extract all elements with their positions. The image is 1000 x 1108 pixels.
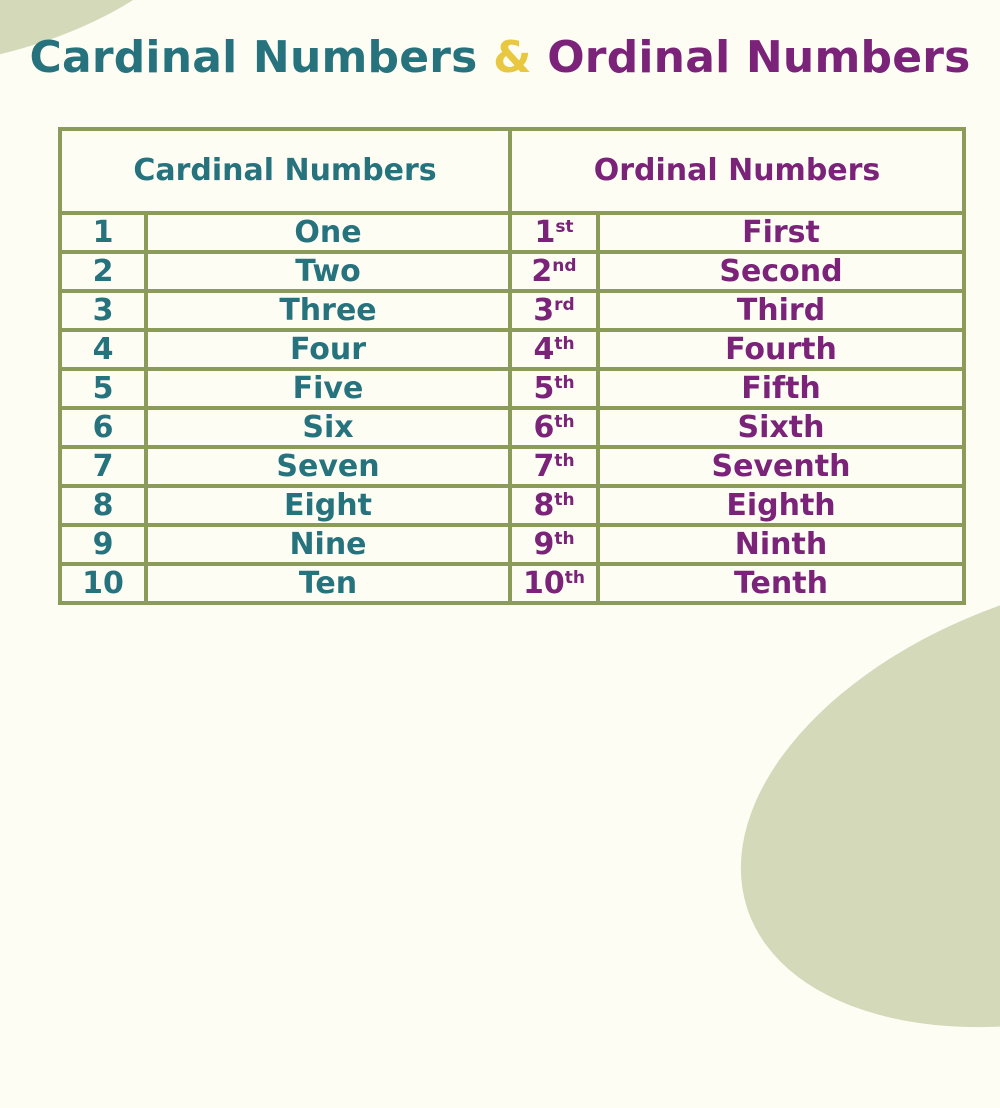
cardinal-number: 3 [58, 289, 148, 332]
table-header-row: Cardinal Numbers Ordinal Numbers [58, 127, 966, 215]
ordinal-word: Fourth [596, 328, 966, 371]
ordinal-digit: 10 [523, 565, 565, 601]
cardinal-number: 6 [58, 406, 148, 449]
ordinal-number: 9th [508, 523, 600, 566]
ordinal-suffix: st [555, 216, 574, 237]
cardinal-number: 5 [58, 367, 148, 410]
ordinal-digit: 8 [533, 487, 555, 523]
ordinal-word: Eighth [596, 484, 966, 527]
cardinal-number: 4 [58, 328, 148, 371]
ordinal-word: Seventh [596, 445, 966, 488]
ordinal-suffix: nd [552, 255, 577, 276]
table-row: 6 Six 6th Sixth [58, 406, 966, 449]
ordinal-number: 10th [508, 562, 600, 605]
ordinal-suffix: th [554, 372, 575, 393]
ordinal-word: Fifth [596, 367, 966, 410]
cardinal-word: Six [144, 406, 512, 449]
ordinal-digit: 6 [533, 409, 555, 445]
page-title: Cardinal Numbers & Ordinal Numbers [0, 32, 1000, 83]
ordinal-word: Second [596, 250, 966, 293]
table-row: 9 Nine 9th Ninth [58, 523, 966, 566]
ordinal-suffix: th [554, 333, 575, 354]
ordinal-number: 6th [508, 406, 600, 449]
cardinal-word: Two [144, 250, 512, 293]
ordinal-number: 7th [508, 445, 600, 488]
ordinal-number: 3rd [508, 289, 600, 332]
ordinal-digit: 4 [533, 331, 555, 367]
title-ampersand: & [493, 32, 532, 83]
cardinal-number: 2 [58, 250, 148, 293]
ordinal-suffix: th [554, 489, 575, 510]
table-row: 4 Four 4th Fourth [58, 328, 966, 371]
ordinal-suffix: th [554, 528, 575, 549]
ordinal-digit: 5 [533, 370, 555, 406]
table-row: 10 Ten 10th Tenth [58, 562, 966, 605]
ordinal-word: Tenth [596, 562, 966, 605]
header-cardinal: Cardinal Numbers [58, 127, 512, 215]
cardinal-number: 1 [58, 211, 148, 254]
ordinal-digit: 2 [531, 253, 553, 289]
header-ordinal: Ordinal Numbers [508, 127, 966, 215]
table-row: 1 One 1st First [58, 211, 966, 254]
table-row: 7 Seven 7th Seventh [58, 445, 966, 488]
cardinal-word: Ten [144, 562, 512, 605]
ordinal-number: 8th [508, 484, 600, 527]
cardinal-word: Three [144, 289, 512, 332]
ordinal-suffix: th [564, 567, 585, 588]
title-cardinal: Cardinal Numbers [29, 32, 478, 83]
ordinal-suffix: rd [554, 294, 575, 315]
ordinal-word: Ninth [596, 523, 966, 566]
ordinal-word: Third [596, 289, 966, 332]
ordinal-number: 5th [508, 367, 600, 410]
cardinal-word: Nine [144, 523, 512, 566]
ordinal-number: 1st [508, 211, 600, 254]
ordinal-suffix: th [554, 411, 575, 432]
cardinal-number: 10 [58, 562, 148, 605]
ordinal-number: 4th [508, 328, 600, 371]
ordinal-suffix: th [554, 450, 575, 471]
ordinal-digit: 9 [533, 526, 555, 562]
cardinal-number: 7 [58, 445, 148, 488]
cardinal-word: Five [144, 367, 512, 410]
ordinal-digit: 3 [533, 292, 555, 328]
ordinal-word: Sixth [596, 406, 966, 449]
title-ordinal: Ordinal Numbers [547, 32, 971, 83]
ordinal-digit: 1 [534, 214, 556, 250]
ordinal-digit: 7 [533, 448, 555, 484]
cardinal-number: 9 [58, 523, 148, 566]
table-row: 2 Two 2nd Second [58, 250, 966, 293]
numbers-table: Cardinal Numbers Ordinal Numbers 1 One 1st… [58, 127, 966, 605]
table-row: 5 Five 5th Fifth [58, 367, 966, 410]
ordinal-number: 2nd [508, 250, 600, 293]
cardinal-number: 8 [58, 484, 148, 527]
cardinal-word: Four [144, 328, 512, 371]
cardinal-word: One [144, 211, 512, 254]
ordinal-word: First [596, 211, 966, 254]
cardinal-word: Eight [144, 484, 512, 527]
cardinal-word: Seven [144, 445, 512, 488]
table-row: 3 Three 3rd Third [58, 289, 966, 332]
table-row: 8 Eight 8th Eighth [58, 484, 966, 527]
